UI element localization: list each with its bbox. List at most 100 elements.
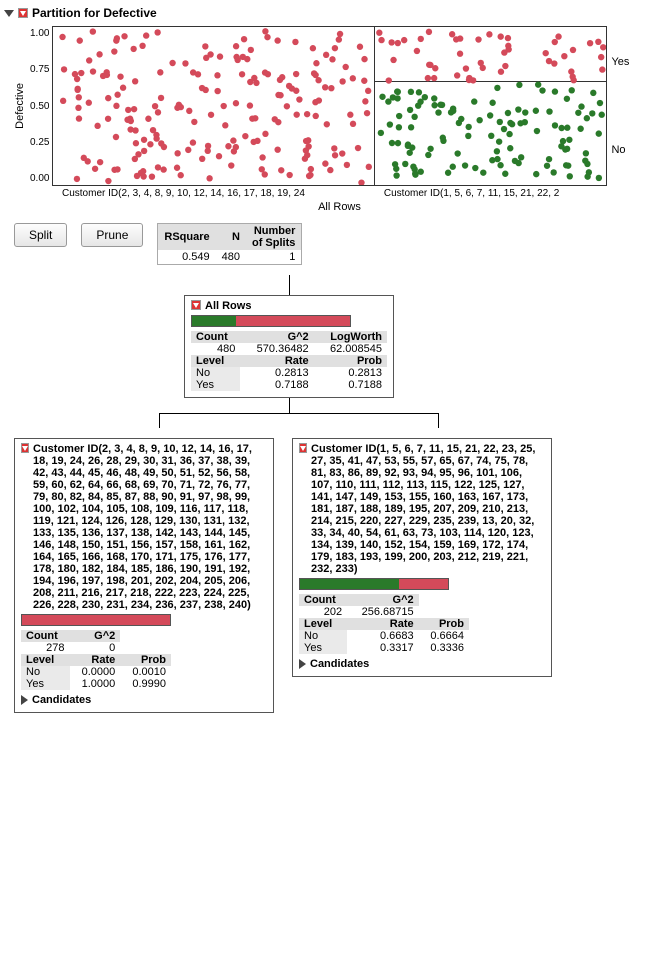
th: Count — [21, 630, 70, 642]
td: 0 — [70, 642, 121, 654]
ytick: 0.25 — [30, 137, 49, 148]
node-right-title: Customer ID(1, 5, 6, 7, 11, 15, 21, 22, … — [311, 443, 545, 575]
menu-icon[interactable] — [299, 443, 307, 453]
val-rsquare: 0.549 — [158, 250, 215, 264]
menu-icon[interactable] — [21, 443, 29, 453]
td: Yes — [21, 678, 70, 690]
bar-yes — [236, 316, 350, 326]
candidates-label: Candidates — [310, 658, 369, 670]
td: 0.6664 — [419, 630, 469, 642]
th: Level — [299, 618, 347, 630]
td: 0.7188 — [314, 379, 387, 391]
th-splits: Number of Splits — [246, 224, 301, 250]
chart-yticks: 1.00 0.75 0.50 0.25 0.00 — [30, 26, 52, 186]
node-right[interactable]: Customer ID(1, 5, 6, 7, 11, 15, 21, 22, … — [292, 438, 552, 677]
val-splits: 1 — [246, 250, 301, 264]
th: Prob — [120, 654, 171, 666]
td: No — [299, 630, 347, 642]
panel-title: Partition for Defective — [32, 6, 157, 20]
bar-no — [300, 579, 399, 589]
td: 278 — [21, 642, 70, 654]
node-root[interactable]: All Rows CountG^2LogWorth 480570.3648262… — [184, 295, 394, 398]
panel-header: Partition for Defective — [4, 4, 663, 22]
node-left[interactable]: Customer ID(2, 3, 4, 8, 9, 10, 12, 14, 1… — [14, 438, 274, 713]
scatter-chart[interactable] — [52, 26, 607, 186]
td: 0.2813 — [240, 367, 313, 379]
controls-row: Split Prune RSquare N Number of Splits 0… — [14, 223, 663, 265]
chart-xticks: Customer ID(2, 3, 4, 8, 9, 10, 12, 14, 1… — [62, 188, 617, 199]
node-root-title: All Rows — [205, 300, 251, 312]
bar-yes — [22, 615, 170, 625]
split-button[interactable]: Split — [14, 223, 67, 247]
td: 256.68715 — [347, 606, 418, 618]
td: 0.0000 — [70, 666, 121, 678]
td: 0.0010 — [120, 666, 171, 678]
td: 1.0000 — [70, 678, 121, 690]
rate-bar — [21, 614, 171, 626]
th: Level — [21, 654, 70, 666]
node-stats: CountG^2 202256.68715 LevelRateProb No0.… — [299, 594, 469, 654]
xtick-right: Customer ID(1, 5, 6, 7, 11, 15, 21, 22, … — [384, 188, 617, 199]
th: LogWorth — [314, 331, 387, 343]
disclosure-down-icon[interactable] — [4, 10, 14, 17]
td: 0.3317 — [347, 642, 418, 654]
legend-yes: Yes — [611, 56, 629, 68]
td: 480 — [191, 343, 240, 355]
td: 202 — [299, 606, 347, 618]
disclosure-right-icon — [21, 695, 28, 705]
node-stats: CountG^2 2780 LevelRateProb No0.00000.00… — [21, 630, 171, 690]
candidates-label: Candidates — [32, 694, 91, 706]
td: 570.36482 — [240, 343, 313, 355]
ytick: 0.00 — [30, 173, 49, 184]
th: G^2 — [70, 630, 121, 642]
td: No — [191, 367, 240, 379]
chart-xlabel: All Rows — [62, 201, 617, 213]
th: Prob — [419, 618, 469, 630]
ytick: 0.50 — [30, 101, 49, 112]
th: G^2 — [240, 331, 313, 343]
td: 0.9990 — [120, 678, 171, 690]
val-n: 480 — [216, 250, 246, 264]
rate-bar — [299, 578, 449, 590]
tree-connector — [159, 398, 439, 428]
td: 0.2813 — [314, 367, 387, 379]
th: Rate — [347, 618, 418, 630]
td: No — [21, 666, 70, 678]
ytick: 0.75 — [30, 64, 49, 75]
td: Yes — [191, 379, 240, 391]
chart-area: Defective 1.00 0.75 0.50 0.25 0.00 Yes N… — [14, 26, 663, 186]
tree-children: Customer ID(2, 3, 4, 8, 9, 10, 12, 14, 1… — [14, 438, 663, 713]
th: Rate — [240, 355, 313, 367]
chart-ylabel: Defective — [14, 83, 26, 129]
node-stats: CountG^2LogWorth 480570.3648262.008545 L… — [191, 331, 387, 391]
th-splits-l1: Number — [252, 225, 295, 237]
chart-right-labels: Yes No — [607, 26, 611, 186]
th: Count — [191, 331, 240, 343]
menu-icon[interactable] — [18, 8, 28, 18]
xtick-left: Customer ID(2, 3, 4, 8, 9, 10, 12, 14, 1… — [62, 188, 384, 199]
node-left-title: Customer ID(2, 3, 4, 8, 9, 10, 12, 14, 1… — [33, 443, 267, 611]
td: 0.7188 — [240, 379, 313, 391]
th: Count — [299, 594, 347, 606]
th-splits-l2: of Splits — [252, 237, 295, 249]
tree-connector — [289, 275, 290, 295]
legend-no: No — [611, 144, 625, 156]
rate-bar — [191, 315, 351, 327]
menu-icon[interactable] — [191, 300, 201, 310]
prune-button[interactable]: Prune — [81, 223, 143, 247]
th: Level — [191, 355, 240, 367]
stats-table: RSquare N Number of Splits 0.549 480 1 — [157, 223, 302, 265]
th: Prob — [314, 355, 387, 367]
th: G^2 — [347, 594, 418, 606]
td: Yes — [299, 642, 347, 654]
partition-tree: All Rows CountG^2LogWorth 480570.3648262… — [14, 275, 663, 713]
th-n: N — [216, 224, 246, 250]
ytick: 1.00 — [30, 28, 49, 39]
bar-no — [192, 316, 236, 326]
th: Rate — [70, 654, 121, 666]
candidates-toggle[interactable]: Candidates — [21, 694, 267, 706]
disclosure-right-icon — [299, 659, 306, 669]
candidates-toggle[interactable]: Candidates — [299, 658, 545, 670]
td: 62.008545 — [314, 343, 387, 355]
scatter-points — [53, 27, 606, 185]
